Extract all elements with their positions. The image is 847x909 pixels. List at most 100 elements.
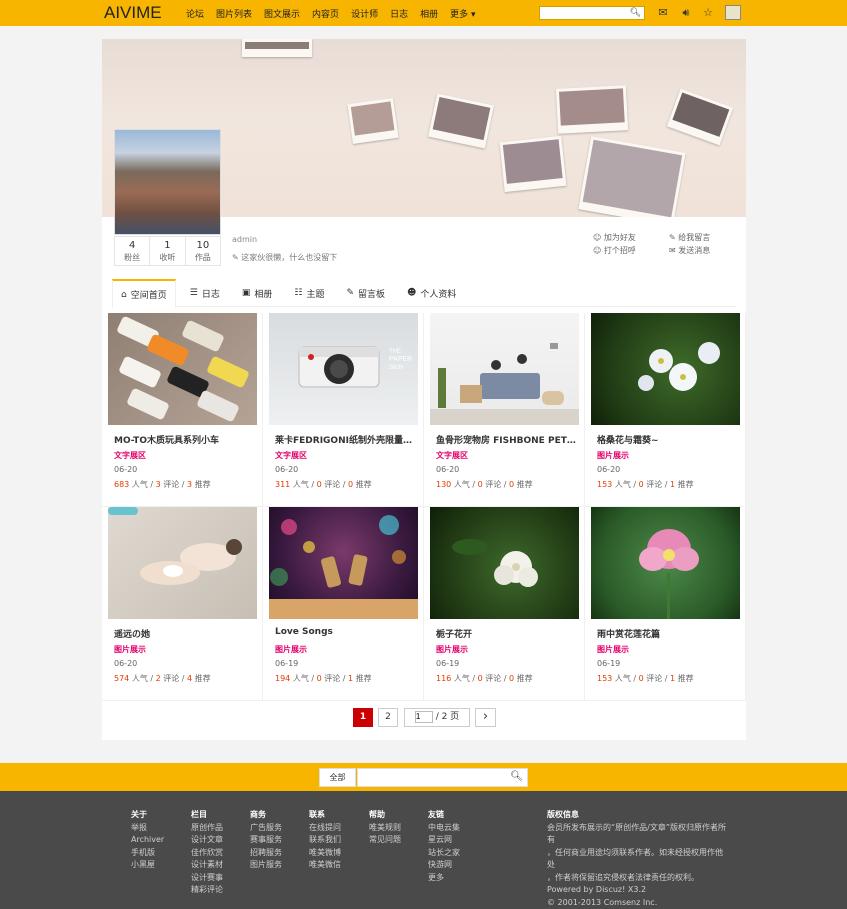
tab-threads[interactable]: ☷ 主题 (286, 279, 332, 307)
star-icon[interactable]: ☆ (701, 6, 715, 20)
work-thumbnail[interactable] (591, 507, 740, 619)
nav-item-content[interactable]: 内容页 (312, 7, 339, 20)
tab-guestbook[interactable]: ✎ 留言板 (338, 279, 393, 307)
tab-profile[interactable]: ☻ 个人资料 (399, 279, 464, 307)
work-thumbnail[interactable] (108, 313, 257, 425)
search-icon[interactable]: 🔍︎ (630, 8, 641, 18)
footer-link[interactable]: 中电云集 (428, 822, 460, 835)
work-card[interactable]: 鱼骨形宠物房 FISHBONE PET R... 文字展区 06-20 130 … (424, 313, 585, 507)
nav-item-album[interactable]: 相册 (420, 7, 438, 20)
nav-item-forum[interactable]: 论坛 (186, 7, 204, 20)
stat-following[interactable]: 1 收听 (150, 237, 186, 265)
work-title[interactable]: Love Songs (275, 627, 415, 637)
send-message-link[interactable]: ✉ 发送消息 (669, 244, 710, 257)
work-card[interactable]: 雨中赏花莲花篇 图片展示 06-19 153 人气 / 0 评论 / 1 推荐 (585, 507, 746, 701)
footer-link[interactable]: 站长之家 (428, 847, 460, 860)
mail-icon[interactable]: ✉ (656, 6, 670, 20)
page-jump-input[interactable] (414, 710, 433, 723)
page-1-button[interactable]: 1 (353, 708, 373, 727)
work-category[interactable]: 图片展示 (275, 644, 307, 655)
footer-link[interactable]: 招聘服务 (250, 847, 282, 860)
nav-item-blog[interactable]: 日志 (390, 7, 408, 20)
footer-link[interactable]: 小黑屋 (131, 859, 164, 872)
work-category[interactable]: 图片展示 (597, 450, 629, 461)
footer-link[interactable]: 举报 (131, 822, 164, 835)
greet-link[interactable]: ☺ 打个招呼 (593, 244, 636, 257)
footer-link[interactable]: 更多 (428, 872, 460, 885)
footer-link[interactable]: 设计文章 (191, 834, 223, 847)
nav-item-designer[interactable]: 设计师 (351, 7, 378, 20)
work-category[interactable]: 文字展区 (436, 450, 468, 461)
work-card[interactable]: 栀子花开 图片展示 06-19 116 人气 / 0 评论 / 0 推荐 (424, 507, 585, 701)
footer-search-input[interactable]: 🔍︎ (357, 768, 528, 787)
footer-link[interactable]: 唯美规则 (369, 822, 401, 835)
footer-link[interactable]: 手机版 (131, 847, 164, 860)
work-category[interactable]: 图片展示 (597, 644, 629, 655)
search-scope-select[interactable]: 全部 (319, 768, 356, 787)
work-card[interactable]: 格桑花与霜葵~ 图片展示 06-20 153 人气 / 0 评论 / 1 推荐 (585, 313, 746, 507)
tab-space-home[interactable]: ⌂ 空间首页 (112, 279, 176, 308)
profile-photo[interactable] (114, 129, 221, 235)
footer-link[interactable]: 赛事服务 (250, 834, 282, 847)
tab-album[interactable]: ▣ 相册 (234, 279, 281, 307)
footer-link[interactable]: 常见问题 (369, 834, 401, 847)
work-thumbnail[interactable]: THE PAPER SKIN (269, 313, 418, 425)
nav-item-image-list[interactable]: 图片列表 (216, 7, 252, 20)
footer-link[interactable]: 佳作欣赏 (191, 847, 223, 860)
work-thumbnail[interactable] (430, 507, 579, 619)
tab-blog[interactable]: ☰ 日志 (182, 279, 228, 307)
profile-stats: 4 粉丝 1 收听 10 作品 (114, 236, 221, 266)
banner-photo (428, 93, 494, 149)
footer-link[interactable]: 唯美微博 (309, 847, 341, 860)
work-title[interactable]: MO-TO木质玩具系列小车 (114, 433, 254, 446)
nav-item-image-text[interactable]: 图文展示 (264, 7, 300, 20)
next-page-button[interactable]: › (475, 708, 496, 727)
nav-item-more[interactable]: 更多 ▾ (450, 7, 475, 20)
work-thumbnail[interactable] (108, 507, 257, 619)
book-icon: ☰ (189, 288, 198, 298)
footer-link[interactable]: Archiver (131, 834, 164, 847)
banner-photo (242, 39, 312, 57)
stat-works[interactable]: 10 作品 (186, 237, 220, 265)
footer-link[interactable]: 联系我们 (309, 834, 341, 847)
footer-link[interactable]: 设计素材 (191, 859, 223, 872)
work-category[interactable]: 文字展区 (275, 450, 307, 461)
footer-link[interactable]: 在线提问 (309, 822, 341, 835)
footer-link[interactable]: 唯美微信 (309, 859, 341, 872)
speaker-icon[interactable]: 🔊︎ (679, 6, 693, 20)
work-meta: 683 人气 / 3 评论 / 3 推荐 (114, 480, 211, 489)
work-category[interactable]: 图片展示 (436, 644, 468, 655)
footer-link[interactable]: 广告服务 (250, 822, 282, 835)
work-title[interactable]: 莱卡FEDRIGONI纸制外壳限量版... (275, 433, 415, 446)
add-friend-link[interactable]: ☺ 加为好友 (593, 231, 636, 244)
footer-link[interactable]: 快游网 (428, 859, 460, 872)
search-icon[interactable]: 🔍︎ (510, 771, 523, 782)
work-title[interactable]: 格桑花与霜葵~ (597, 433, 737, 446)
work-title[interactable]: 栀子花开 (436, 627, 576, 640)
work-thumbnail[interactable] (591, 313, 740, 425)
work-title[interactable]: 鱼骨形宠物房 FISHBONE PET R... (436, 433, 576, 446)
site-logo[interactable]: AIVIME (104, 3, 162, 23)
work-card[interactable]: Love Songs 图片展示 06-19 194 人气 / 0 评论 / 1 … (263, 507, 424, 701)
footer-link[interactable]: 图片服务 (250, 859, 282, 872)
leave-message-link[interactable]: ✎ 给我留言 (669, 231, 710, 244)
work-card[interactable]: THE PAPER SKIN 莱卡FEDRIGONI纸制外壳限量版... 文字展… (263, 313, 424, 507)
footer-link[interactable]: 原创作品 (191, 822, 223, 835)
footer-link[interactable]: 星云网 (428, 834, 460, 847)
footer-link[interactable]: 设计赛事 (191, 872, 223, 885)
work-category[interactable]: 文字展区 (114, 450, 146, 461)
footer-link[interactable]: 精彩评论 (191, 884, 223, 897)
work-title[interactable]: 雨中赏花莲花篇 (597, 627, 737, 640)
top-search-input[interactable]: 🔍︎ (539, 6, 645, 20)
page-2-button[interactable]: 2 (378, 708, 398, 727)
work-thumbnail[interactable] (430, 313, 579, 425)
user-avatar-icon[interactable] (725, 5, 741, 20)
work-card[interactable]: MO-TO木质玩具系列小车 文字展区 06-20 683 人气 / 3 评论 /… (102, 313, 263, 507)
work-thumbnail[interactable] (269, 507, 418, 619)
work-category[interactable]: 图片展示 (114, 644, 146, 655)
work-meta: 311 人气 / 0 评论 / 0 推荐 (275, 480, 372, 489)
work-title[interactable]: 遥远の她 (114, 627, 254, 640)
pencil-icon[interactable]: ✎ (232, 253, 239, 262)
stat-fans[interactable]: 4 粉丝 (115, 237, 151, 265)
work-card[interactable]: 遥远の她 图片展示 06-20 574 人气 / 2 评论 / 4 推荐 (102, 507, 263, 701)
